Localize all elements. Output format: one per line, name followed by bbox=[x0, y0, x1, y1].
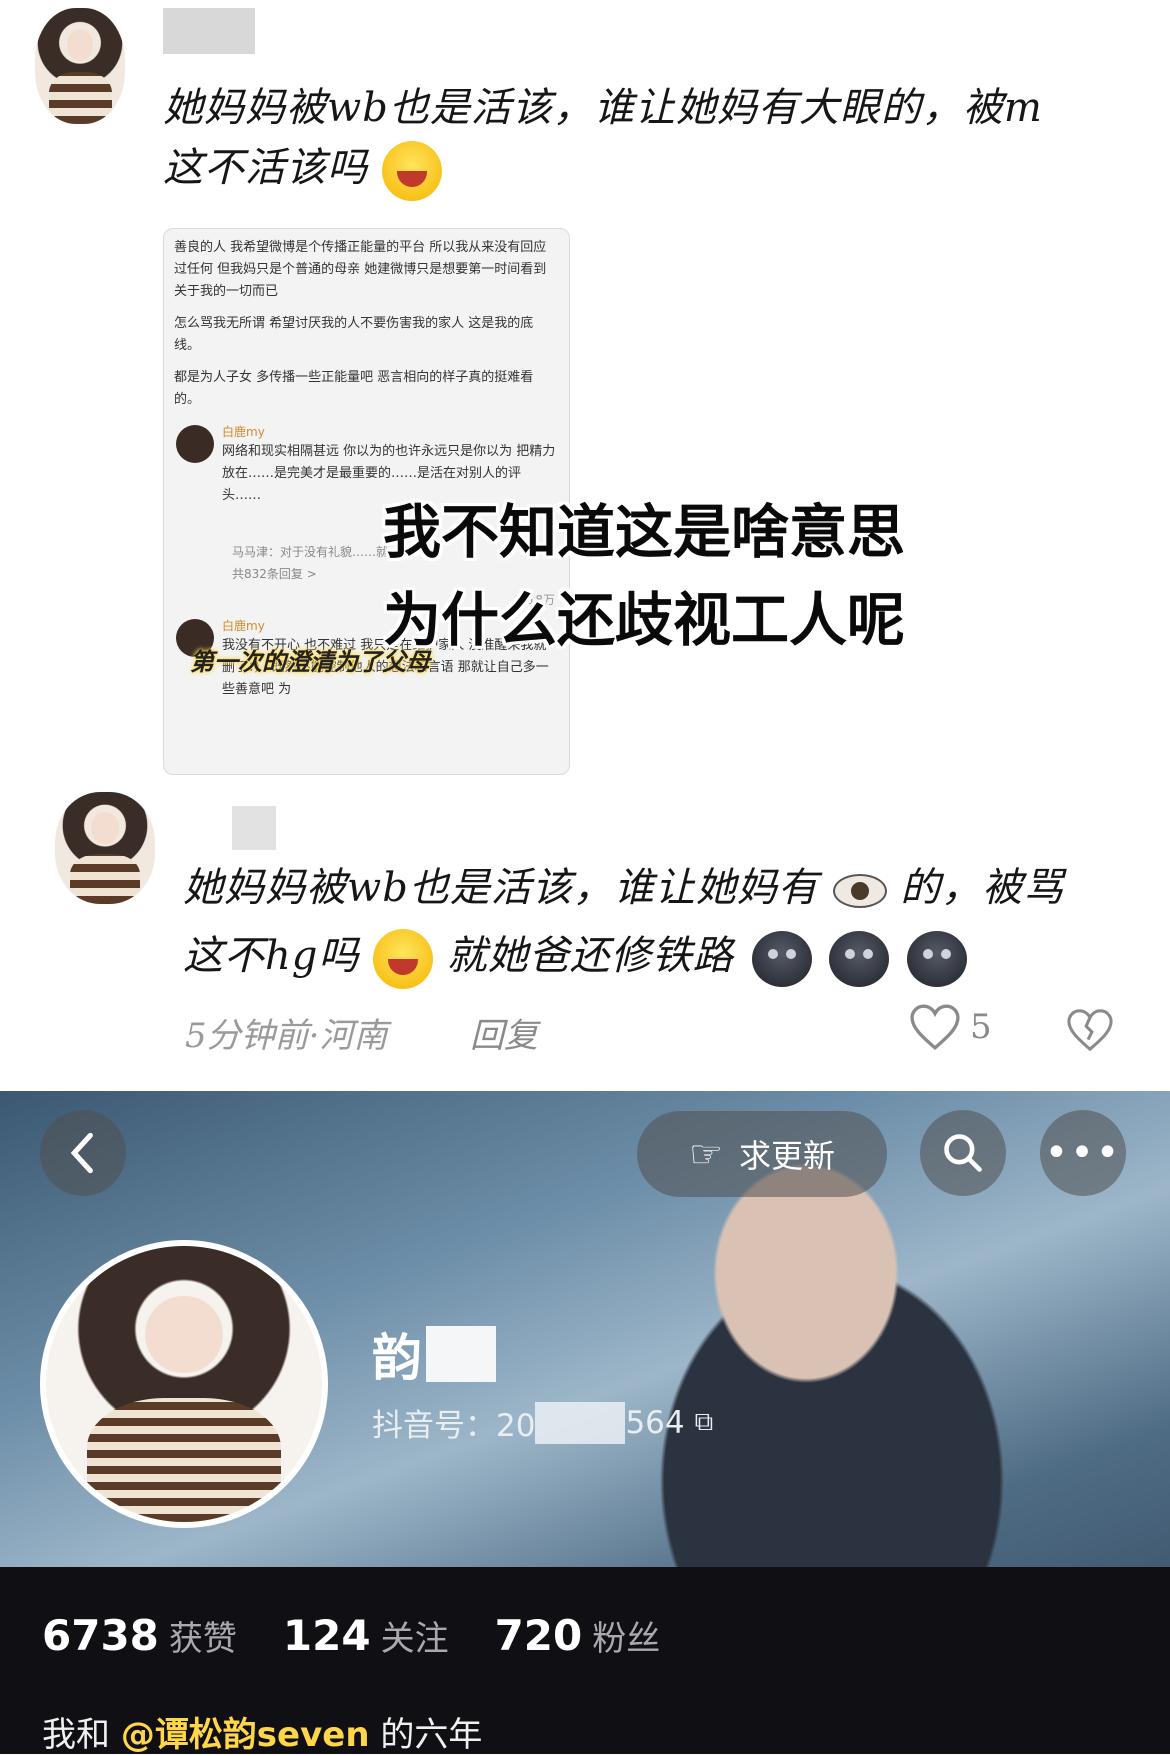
profile-bio: 我和 @谭松韵seven 的六年 bbox=[42, 1707, 482, 1756]
username-redacted bbox=[232, 806, 276, 850]
search-icon bbox=[944, 1134, 982, 1172]
stat-label: 粉丝 bbox=[592, 1619, 661, 1659]
douyin-id-tail: 564 bbox=[625, 1404, 685, 1441]
more-button[interactable]: ••• bbox=[1040, 1110, 1126, 1196]
grin-emoji-icon bbox=[373, 929, 434, 989]
sub-reply-count[interactable]: 共832条回复 > bbox=[232, 563, 317, 585]
commenter-avatar[interactable] bbox=[55, 792, 155, 904]
avatar-sweater bbox=[48, 71, 112, 124]
request-update-label: 求更新 bbox=[739, 1137, 836, 1175]
overlay-line: 为什么还歧视工人呢 bbox=[383, 586, 906, 654]
profile-avatar[interactable] bbox=[40, 1240, 328, 1528]
overlay-caption: 我不知道这是啥意思 为什么还歧视工人呢 bbox=[383, 488, 905, 664]
post-paragraph: 善良的人 我希望微博是个传播正能量的平台 所以我从来没有回应过任何 但我妈只是个… bbox=[174, 240, 547, 299]
comment-text-part: 就她爸还修铁路 bbox=[446, 933, 734, 979]
bio-prefix: 我和 bbox=[42, 1715, 110, 1755]
douyin-id-text: 抖音号：20 bbox=[372, 1408, 536, 1444]
id-redacted bbox=[535, 1401, 626, 1444]
chevron-left-icon bbox=[70, 1132, 93, 1174]
dark-face-emoji-icon bbox=[751, 931, 812, 987]
reply-button[interactable]: 回复 bbox=[470, 1008, 538, 1057]
comment-text: 她妈妈被wb也是活该，谁让她妈有大眼的，被m 这不活该吗 bbox=[163, 78, 1123, 201]
avatar-face bbox=[145, 1295, 223, 1373]
back-button[interactable] bbox=[40, 1110, 126, 1196]
stat-label: 获赞 bbox=[168, 1619, 237, 1659]
stat-value: 6738 bbox=[42, 1611, 159, 1660]
reply-username: 白鹿my bbox=[222, 619, 265, 633]
like-count: 5 bbox=[970, 1007, 992, 1047]
bio-mention-link[interactable]: @谭松韵seven bbox=[121, 1715, 370, 1755]
comment-line: 这不活该吗 bbox=[163, 138, 1123, 201]
broken-heart-icon[interactable] bbox=[1067, 1008, 1113, 1052]
grin-emoji-icon bbox=[381, 141, 442, 201]
comment-text-part: 她妈妈被wb也是活该，谁让她妈有 bbox=[183, 865, 819, 911]
avatar-face bbox=[91, 812, 119, 844]
profile-name: 韵 bbox=[372, 1318, 496, 1390]
eye-emoji-icon bbox=[832, 874, 887, 908]
dark-face-emoji-icon bbox=[829, 931, 890, 987]
post-paragraph: 怎么骂我无所谓 希望讨厌我的人不要伤害我的家人 这是我的底线。 bbox=[174, 316, 534, 353]
post-paragraph: 都是为人子女 多传播一些正能量吧 恶言相向的样子真的挺难看的。 bbox=[174, 370, 534, 407]
comment-line: 她妈妈被wb也是活该，谁让她妈有 的，被骂 bbox=[183, 858, 1123, 918]
avatar-face bbox=[67, 28, 93, 62]
bio-suffix: 的六年 bbox=[380, 1715, 483, 1755]
comment-text-part: 这不hg吗 bbox=[183, 933, 360, 979]
stat-label: 关注 bbox=[380, 1619, 449, 1659]
comment-line-text: 这不活该吗 bbox=[163, 145, 368, 191]
avatar-sweater bbox=[70, 853, 140, 904]
profile-name-text: 韵 bbox=[372, 1329, 422, 1387]
name-redacted bbox=[426, 1326, 496, 1382]
like-button[interactable]: 5 bbox=[910, 1004, 992, 1050]
avatar-sweater bbox=[87, 1397, 281, 1522]
overlay-line: 我不知道这是啥意思 bbox=[383, 498, 906, 566]
stat-following[interactable]: 124 关注 bbox=[283, 1611, 449, 1660]
comment-line: 她妈妈被wb也是活该，谁让她妈有大眼的，被m bbox=[163, 85, 1043, 131]
search-button[interactable] bbox=[920, 1110, 1006, 1196]
pointing-hand-icon: ☞ bbox=[688, 1132, 724, 1176]
stat-value: 124 bbox=[282, 1611, 371, 1660]
douyin-id[interactable]: 抖音号：20 564 ⧉ bbox=[372, 1400, 713, 1445]
heart-icon bbox=[910, 1004, 960, 1050]
reply-avatar bbox=[176, 425, 214, 463]
copy-icon[interactable]: ⧉ bbox=[695, 1407, 714, 1438]
comment-text: 她妈妈被wb也是活该，谁让她妈有 的，被骂 这不hg吗 就她爸还修铁路 bbox=[183, 858, 1123, 989]
stats-row: 6738 获赞 124 关注 720 粉丝 bbox=[42, 1611, 660, 1660]
more-dots-icon: ••• bbox=[1044, 1130, 1122, 1176]
stat-likes[interactable]: 6738 获赞 bbox=[42, 1611, 237, 1660]
comment-line: 这不hg吗 就她爸还修铁路 bbox=[183, 926, 1123, 989]
comment-time-location: 5分钟前·河南 bbox=[185, 1016, 388, 1056]
profile-stats-bar: 6738 获赞 124 关注 720 粉丝 我和 @谭松韵seven 的六年 bbox=[0, 1567, 1170, 1756]
reply-username: 白鹿my bbox=[222, 425, 265, 439]
commenter-avatar[interactable] bbox=[35, 8, 125, 124]
comment-text-part: 的，被骂 bbox=[900, 865, 1065, 911]
dark-face-emoji-icon bbox=[906, 931, 967, 987]
request-update-button[interactable]: ☞ 求更新 bbox=[637, 1111, 887, 1197]
stat-value: 720 bbox=[494, 1611, 583, 1660]
stat-followers[interactable]: 720 粉丝 bbox=[495, 1611, 661, 1660]
username-redacted bbox=[163, 8, 255, 54]
